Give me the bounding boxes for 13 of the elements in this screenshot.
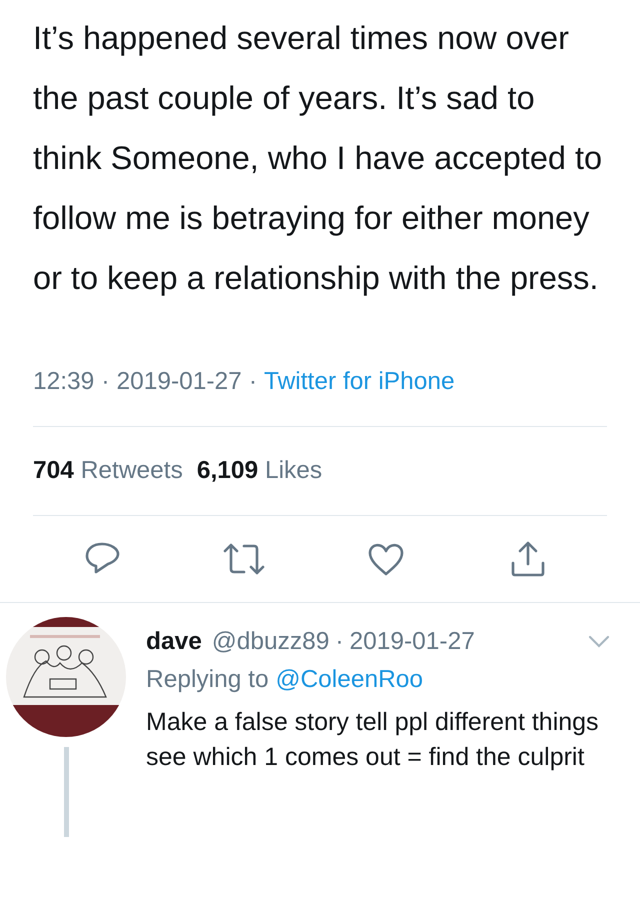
reply-date: 2019-01-27: [350, 628, 475, 656]
tweet-text: It’s happened several times now over the past couple of years. It’s sad to think Someone, who I have accepted to follow me is betraying for either money or to keep a relationship with the press.: [32, 19, 604, 298]
stat-count[interactable]: 6,109 Likes: [196, 457, 322, 485]
user-handle: @dbuzz89: [212, 628, 330, 656]
user-name[interactable]: dave: [146, 628, 202, 656]
reply-text: Make a false story tell ppl different things see which 1 comes out = find the culprit: [146, 707, 600, 773]
separator-dot: ·: [101, 368, 110, 396]
replying-to-text: Replying to @ColeenRoo: [146, 665, 424, 696]
separator-dot: ·: [335, 628, 344, 656]
timestamp-text: 2019-01-27: [116, 368, 242, 396]
timestamp-text: 12:39: [33, 368, 94, 396]
stat-count[interactable]: 704 Retweets: [33, 457, 183, 485]
separator-dot: ·: [248, 368, 257, 396]
